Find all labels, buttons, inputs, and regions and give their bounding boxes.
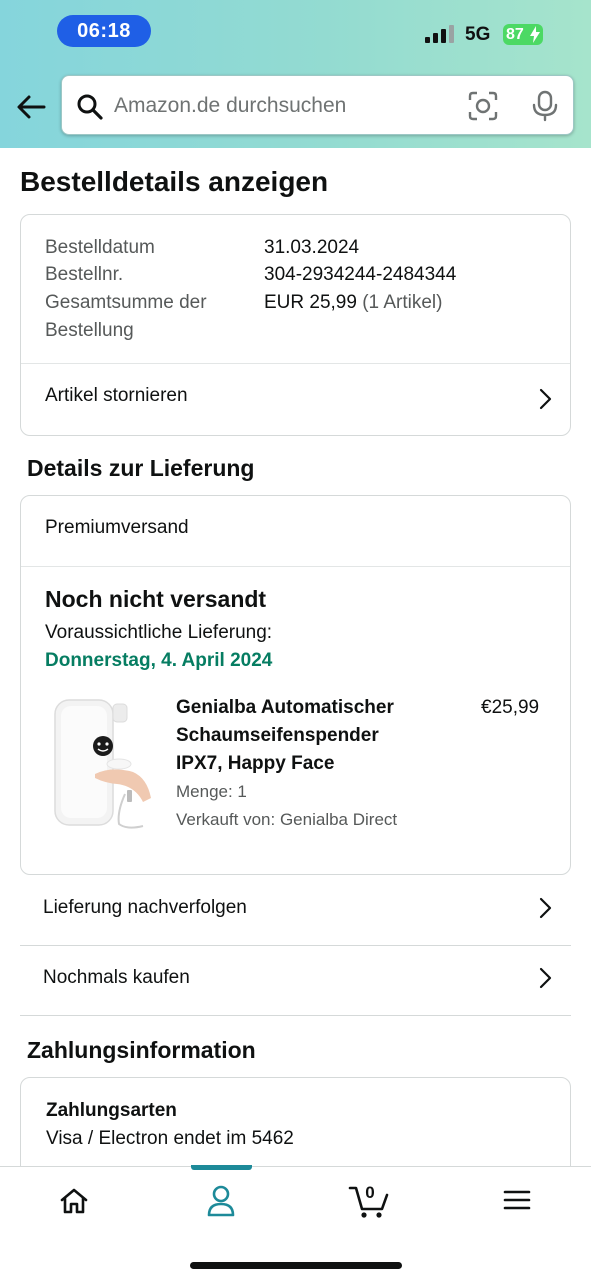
nav-cart[interactable]: 0: [330, 1167, 410, 1237]
microphone-icon[interactable]: [531, 90, 559, 122]
battery-indicator: 87: [503, 24, 543, 45]
payment-method-detail: Visa / Electron endet im 5462: [46, 1128, 294, 1150]
camera-scan-icon[interactable]: [468, 91, 498, 121]
account-icon: [207, 1185, 235, 1217]
menu-icon: [503, 1190, 531, 1210]
status-time: 06:18: [57, 15, 151, 47]
track-delivery-label: Lieferung nachverfolgen: [43, 897, 247, 918]
eta-date: Donnerstag, 4. April 2024: [45, 650, 273, 671]
delivery-section-title: Details zur Lieferung: [27, 455, 255, 481]
order-date-value: 31.03.2024: [264, 237, 360, 258]
network-type: 5G: [465, 24, 491, 45]
back-arrow-icon[interactable]: [14, 90, 48, 124]
chevron-right-icon: [539, 967, 552, 989]
search-bar[interactable]: [61, 75, 574, 135]
cancel-items-row[interactable]: Artikel stornieren: [21, 364, 570, 435]
order-item-count: (1 Artikel): [362, 292, 443, 313]
order-total-value: EUR 25,99 (1 Artikel): [264, 289, 442, 317]
product-title-line3: IPX7, Happy Face: [176, 753, 335, 774]
product-quantity: Menge: 1: [176, 782, 247, 801]
order-date-label: Bestelldatum: [45, 237, 155, 258]
order-number-value: 304-2934244-2484344: [264, 264, 457, 285]
buy-again-label: Nochmals kaufen: [43, 967, 190, 988]
battery-level: 87: [506, 26, 524, 43]
order-total-label-line2: Bestellung: [45, 320, 134, 341]
nav-menu[interactable]: [476, 1167, 556, 1237]
product-title-line1: Genialba Automatischer: [176, 697, 394, 718]
product-title[interactable]: Genialba Automatischer Schaumseifenspend…: [176, 694, 446, 778]
search-input[interactable]: [114, 91, 444, 121]
payment-section-title: Zahlungsinformation: [27, 1037, 256, 1063]
cellular-signal-icon: [425, 25, 454, 43]
track-delivery-row[interactable]: Lieferung nachverfolgen: [20, 876, 571, 946]
payment-card-ending: endet im 5462: [173, 1128, 294, 1149]
shipping-method: Premiumversand: [45, 517, 189, 538]
home-indicator[interactable]: [190, 1262, 402, 1269]
order-total-label-line1: Gesamtsumme der: [45, 292, 207, 313]
order-total-label: Gesamtsumme der Bestellung: [45, 289, 207, 345]
charging-bolt-icon: [530, 26, 540, 43]
order-summary-card: Bestelldatum 31.03.2024 Bestellnr. 304-2…: [20, 214, 571, 436]
product-image[interactable]: [47, 694, 159, 834]
delivery-card: Premiumversand Noch nicht versandt Vorau…: [20, 495, 571, 875]
order-total-amount: EUR 25,99: [264, 292, 357, 313]
chevron-right-icon: [539, 388, 552, 410]
search-icon[interactable]: [76, 93, 104, 121]
product-seller: Verkauft von: Genialba Direct: [176, 810, 398, 829]
home-icon: [60, 1188, 88, 1214]
app-header: 06:18 5G 87: [0, 0, 591, 148]
payment-methods-heading: Zahlungsarten: [46, 1100, 177, 1121]
product-title-line2: Schaumseifenspender: [176, 725, 379, 746]
divider: [21, 566, 570, 567]
order-number-label: Bestellnr.: [45, 264, 124, 285]
chevron-right-icon: [539, 897, 552, 919]
nav-account[interactable]: [181, 1167, 261, 1237]
eta-label: Voraussichtliche Lieferung:: [45, 622, 273, 643]
payment-card-type: Visa / Electron: [46, 1128, 169, 1149]
cart-icon: [348, 1186, 389, 1218]
shipment-status: Noch nicht versandt: [45, 586, 267, 612]
status-bar: 06:18 5G 87: [0, 0, 591, 64]
page-title: Bestelldetails anzeigen: [20, 166, 329, 197]
product-price: €25,99: [481, 697, 540, 718]
nav-home[interactable]: [34, 1167, 114, 1237]
cancel-items-label: Artikel stornieren: [45, 385, 188, 406]
buy-again-row[interactable]: Nochmals kaufen: [20, 946, 571, 1016]
